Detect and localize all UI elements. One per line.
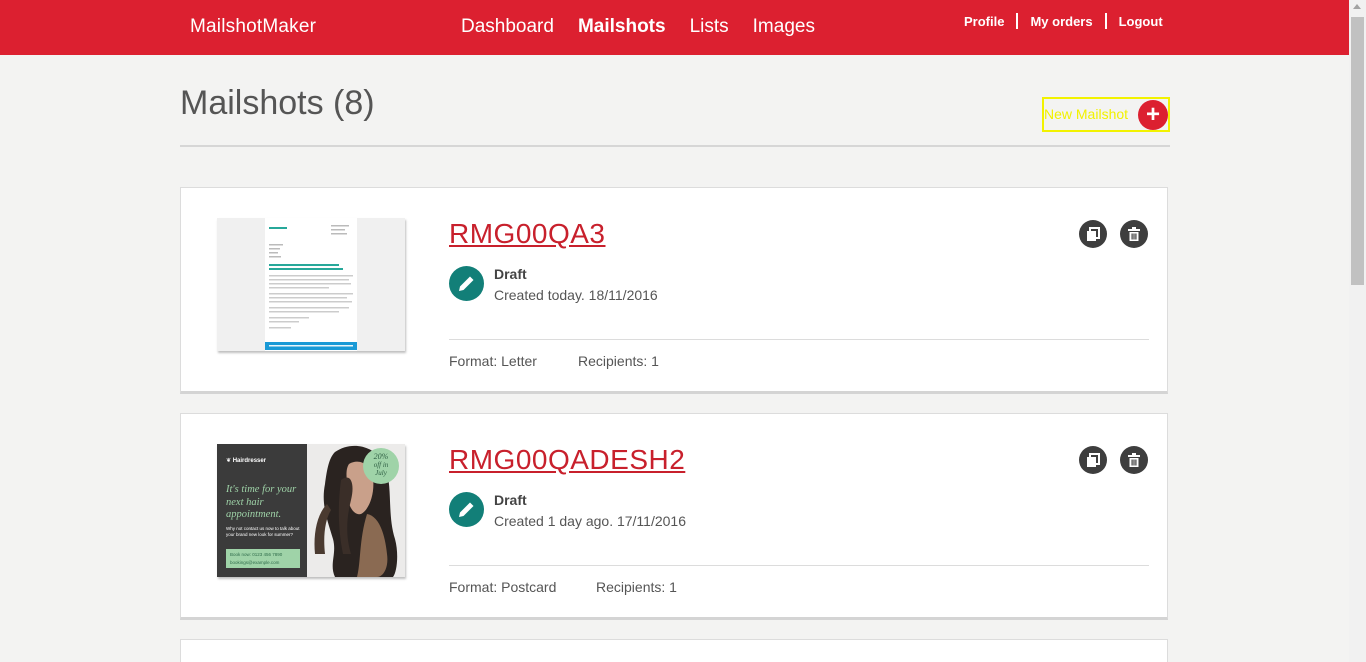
mailshot-thumbnail-postcard[interactable]: ❦ Hairdresser It's time for your next ha… [217, 444, 405, 577]
recipients-label: Recipients: 1 [596, 579, 677, 595]
card-divider [449, 339, 1149, 340]
my-orders-link[interactable]: My orders [1030, 14, 1092, 29]
user-nav: Profile My orders Logout [964, 13, 1163, 29]
postcard-phone: Book now: 0123 456 7890 [230, 552, 283, 557]
plus-icon: + [1138, 100, 1168, 130]
badge-line-2: off in [373, 461, 389, 469]
profile-link[interactable]: Profile [964, 14, 1004, 29]
new-mailshot-label: New Mailshot [1044, 106, 1129, 122]
title-divider [180, 145, 1170, 147]
duplicate-button[interactable] [1079, 220, 1107, 248]
mailshot-name-link[interactable]: RMG00QADESH2 [449, 444, 685, 476]
scroll-up-arrow-icon[interactable] [1353, 4, 1361, 9]
status-label: Draft [494, 492, 527, 508]
nav-dashboard[interactable]: Dashboard [461, 16, 554, 38]
brand-logo[interactable]: MailshotMaker [190, 16, 316, 38]
postcard-brand-text: Hairdresser [232, 458, 267, 464]
delete-button[interactable] [1120, 220, 1148, 248]
postcard-left-panel: ❦ Hairdresser It's time for your next ha… [217, 444, 307, 577]
discount-badge: 20% off in July [363, 448, 399, 484]
nav-separator [1104, 13, 1107, 29]
mailshot-card [180, 639, 1168, 662]
letter-preview-image [217, 218, 405, 351]
new-mailshot-button[interactable]: New Mailshot + [1042, 97, 1170, 132]
badge-line-1: 20% [373, 452, 389, 461]
postcard-email: bookings@example.com [230, 560, 280, 565]
recipients-label: Recipients: 1 [578, 353, 659, 369]
top-navigation-bar: MailshotMaker Dashboard Mailshots Lists … [0, 0, 1349, 55]
nav-lists[interactable]: Lists [690, 16, 729, 38]
badge-line-3: July [375, 469, 387, 477]
scrollbar-thumb[interactable] [1351, 17, 1364, 285]
created-date: Created today. 18/11/2016 [494, 287, 658, 303]
pencil-icon [449, 266, 484, 301]
mailshot-thumbnail-letter[interactable] [217, 218, 405, 351]
nav-separator [1016, 13, 1019, 29]
main-nav: Dashboard Mailshots Lists Images [461, 16, 815, 38]
postcard-contact-box: Book now: 0123 456 7890 bookings@example… [226, 549, 300, 568]
duplicate-button[interactable] [1079, 446, 1107, 474]
mailshot-name-link[interactable]: RMG00QA3 [449, 218, 606, 250]
delete-button[interactable] [1120, 446, 1148, 474]
status-label: Draft [494, 266, 527, 282]
format-label: Format: Postcard [449, 579, 557, 595]
trash-icon [1128, 227, 1140, 241]
nav-mailshots[interactable]: Mailshots [578, 16, 666, 38]
logout-link[interactable]: Logout [1119, 14, 1163, 29]
nav-images[interactable]: Images [753, 16, 815, 38]
mailshot-card: RMG00QA3 Draft Created today. 18/11/2016… [180, 187, 1168, 394]
created-date: Created 1 day ago. 17/11/2016 [494, 513, 687, 529]
copy-icon [1087, 227, 1100, 241]
pencil-icon [449, 492, 484, 527]
mailshot-card: ❦ Hairdresser It's time for your next ha… [180, 413, 1168, 620]
trash-icon [1128, 453, 1140, 467]
postcard-headline: It's time for your next hair appointment… [226, 484, 297, 520]
page-title: Mailshots (8) [180, 84, 375, 122]
postcard-brand: ❦ Hairdresser [226, 458, 267, 464]
postcard-body: Why not contact us now to talk about you… [226, 526, 300, 537]
copy-icon [1087, 453, 1100, 467]
card-divider [449, 565, 1149, 566]
format-label: Format: Letter [449, 353, 537, 369]
